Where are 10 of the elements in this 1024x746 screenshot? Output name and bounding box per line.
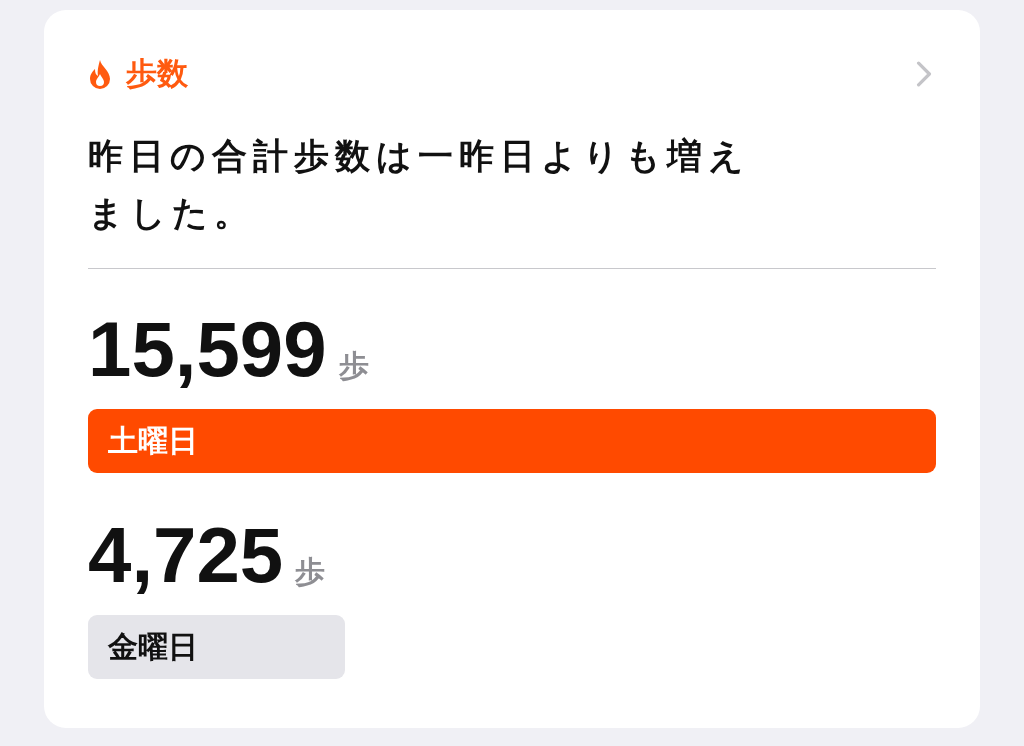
unit-label: 歩 — [338, 347, 369, 385]
step-count: 4,725 — [88, 511, 284, 599]
step-count: 15,599 — [88, 305, 327, 393]
flame-icon — [88, 58, 112, 90]
card-title: 歩数 — [126, 54, 188, 93]
summary-text: 昨日の合計歩数は一昨日よりも増えました。 — [88, 135, 751, 235]
unit-label: 歩 — [295, 553, 326, 591]
day-bar: 土曜日 — [88, 409, 936, 473]
chevron-icon[interactable] — [916, 61, 932, 87]
day-bar: 金曜日 — [88, 615, 345, 679]
